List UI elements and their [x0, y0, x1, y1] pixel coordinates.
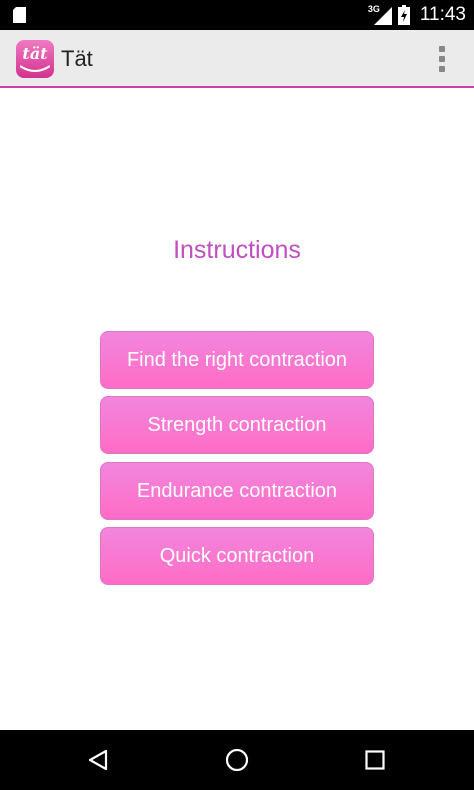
quick-contraction-button[interactable]: Quick contraction [100, 527, 374, 585]
app-logo-text: tät [22, 44, 48, 63]
navigation-bar [0, 730, 474, 790]
home-icon [225, 748, 249, 772]
recents-button[interactable] [345, 730, 405, 790]
instructions-heading: Instructions [173, 236, 301, 264]
find-right-contraction-button[interactable]: Find the right contraction [100, 331, 374, 389]
logo-swoosh-icon [20, 65, 50, 72]
main-content: Instructions Find the right contraction … [0, 90, 474, 730]
overflow-dot [439, 46, 445, 52]
status-clock: 11:43 [419, 4, 466, 25]
app-logo[interactable]: tät [16, 40, 54, 78]
app-title: Tät [61, 46, 93, 71]
back-button[interactable] [68, 730, 128, 790]
status-bar: 3G 11:43 [0, 0, 474, 30]
signal-icon [373, 7, 392, 25]
overflow-dot [439, 56, 445, 62]
signal-indicator: 3G [366, 4, 392, 26]
home-button[interactable] [207, 730, 267, 790]
battery-charging-icon [397, 5, 410, 25]
sd-card-icon [13, 7, 26, 23]
back-icon [88, 749, 108, 771]
endurance-contraction-button[interactable]: Endurance contraction [100, 462, 374, 520]
recents-icon [365, 750, 385, 770]
overflow-menu-icon[interactable] [439, 46, 445, 72]
overflow-dot [439, 66, 445, 72]
action-bar: tät Tät [0, 30, 474, 88]
strength-contraction-button[interactable]: Strength contraction [100, 396, 374, 454]
status-icons: 3G 11:43 [366, 0, 466, 30]
